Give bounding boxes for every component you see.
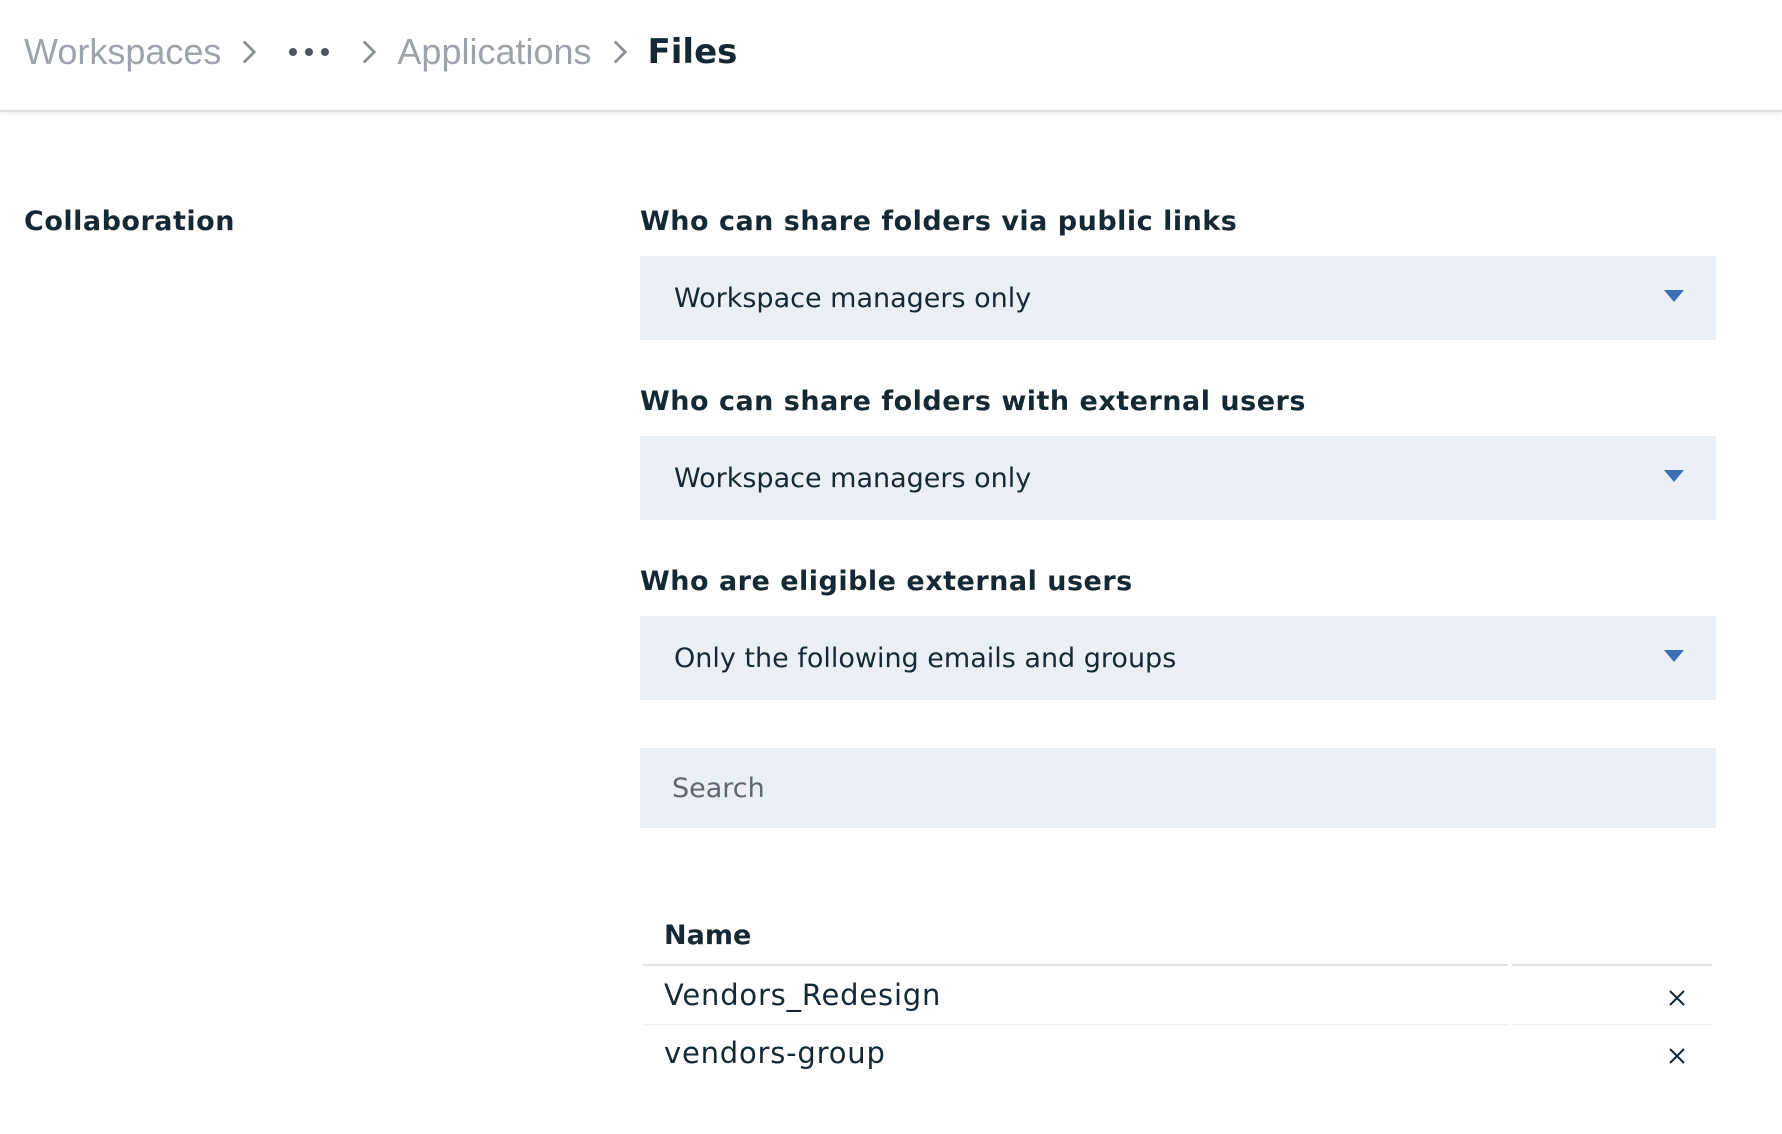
public-links-value: Workspace managers only [674, 282, 1032, 314]
chevron-right-icon [592, 38, 648, 66]
row-divider [1512, 1024, 1712, 1025]
caret-down-icon [1664, 650, 1684, 662]
page-header: Workspaces Applications Files [0, 0, 1782, 112]
remove-button[interactable] [1662, 983, 1692, 1013]
eligible-users-label: Who are eligible external users [640, 566, 1133, 597]
table-header-name: Name [664, 920, 752, 951]
breadcrumb-workspaces-link[interactable]: Workspaces [24, 31, 221, 73]
remove-button[interactable] [1662, 1041, 1692, 1071]
search-input[interactable] [640, 748, 1716, 828]
breadcrumb-current-page: Files [647, 32, 738, 72]
chevron-right-icon [221, 38, 277, 66]
close-icon [1669, 990, 1685, 1006]
breadcrumb: Workspaces Applications Files [24, 0, 737, 104]
eligible-users-select[interactable]: Only the following emails and groups [640, 616, 1716, 700]
public-links-label: Who can share folders via public links [640, 206, 1238, 237]
public-links-select[interactable]: Workspace managers only [640, 256, 1716, 340]
table-header-divider [643, 964, 1508, 966]
overflow-menu-icon[interactable] [277, 32, 341, 72]
row-divider [643, 1024, 1508, 1025]
close-icon [1669, 1048, 1685, 1064]
row-name: vendors-group [664, 1036, 886, 1070]
breadcrumb-applications-link[interactable]: Applications [397, 31, 591, 73]
caret-down-icon [1664, 470, 1684, 482]
chevron-right-icon [341, 38, 397, 66]
eligible-users-value: Only the following emails and groups [674, 642, 1177, 674]
caret-down-icon [1664, 290, 1684, 302]
section-title: Collaboration [24, 206, 235, 237]
row-name: Vendors_Redesign [664, 978, 942, 1012]
table-row: vendors-group [643, 1026, 1712, 1084]
external-users-value: Workspace managers only [674, 462, 1032, 494]
table-header-divider [1512, 964, 1712, 966]
external-users-label: Who can share folders with external user… [640, 386, 1306, 417]
table-row: Vendors_Redesign [643, 968, 1712, 1026]
external-users-select[interactable]: Workspace managers only [640, 436, 1716, 520]
